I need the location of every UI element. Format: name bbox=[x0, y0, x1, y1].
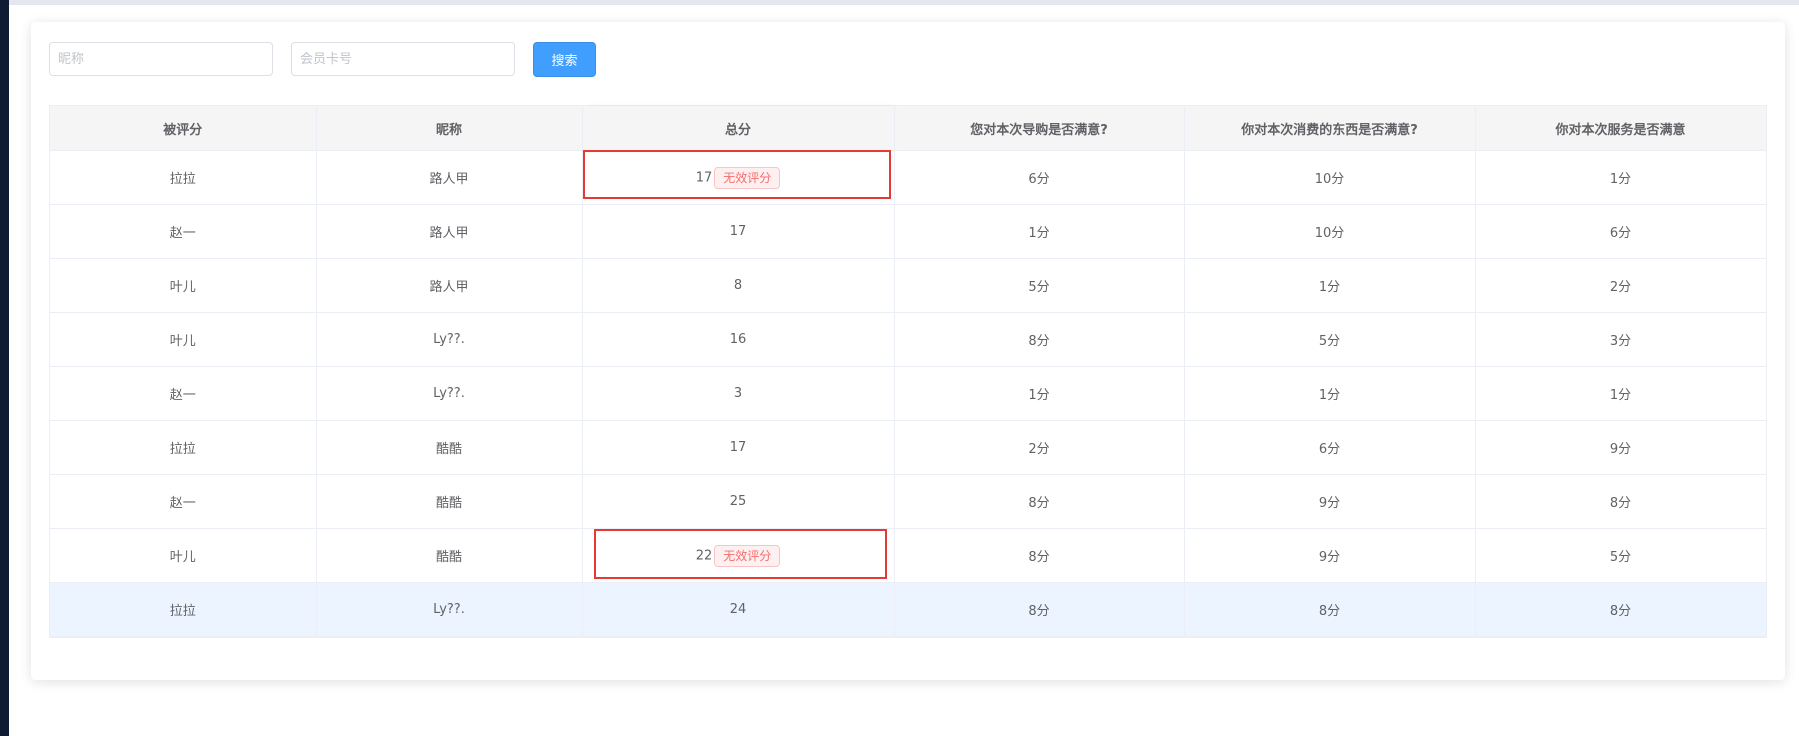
cell-total: 3 bbox=[582, 366, 895, 421]
table-row[interactable]: 叶儿 酷酷 22 无效评分 8分 9分 5分 bbox=[50, 528, 1767, 583]
header-q2[interactable]: 你对本次消费的东西是否满意? bbox=[1184, 106, 1476, 151]
invalid-rating-badge: 无效评分 bbox=[714, 544, 781, 567]
cell-total: 25 bbox=[582, 474, 895, 529]
cell-q2: 9分 bbox=[1184, 528, 1476, 583]
cell-nickname: 路人甲 bbox=[316, 150, 583, 205]
cell-q3: 8分 bbox=[1475, 474, 1767, 529]
cell-q1: 8分 bbox=[894, 474, 1185, 529]
cell-q3: 5分 bbox=[1475, 528, 1767, 583]
table-row[interactable]: 拉拉 酷酷 17 2分 6分 9分 bbox=[50, 420, 1767, 475]
cell-total: 17 bbox=[582, 420, 895, 475]
invalid-rating-badge: 无效评分 bbox=[714, 166, 781, 189]
table-row[interactable]: 拉拉 路人甲 17 无效评分 6分 10分 1分 bbox=[50, 150, 1767, 205]
cell-q1: 5分 bbox=[894, 258, 1185, 313]
page-background: 搜索 被评分 昵称 总分 您对本次导购是否满意? bbox=[9, 5, 1799, 736]
cell-q1: 2分 bbox=[894, 420, 1185, 475]
total-score: 8 bbox=[733, 278, 743, 293]
cell-rated: 拉拉 bbox=[50, 582, 317, 637]
cell-rated: 赵一 bbox=[50, 204, 317, 259]
cell-rated: 拉拉 bbox=[50, 150, 317, 205]
cell-nickname: 酷酷 bbox=[316, 528, 583, 583]
cell-total: 8 bbox=[582, 258, 895, 313]
cell-total: 16 bbox=[582, 312, 895, 367]
table-row[interactable]: 叶儿 路人甲 8 5分 1分 2分 bbox=[50, 258, 1767, 313]
cell-nickname: 路人甲 bbox=[316, 258, 583, 313]
total-score: 3 bbox=[733, 386, 743, 401]
total-score: 16 bbox=[729, 332, 747, 347]
cell-rated: 赵一 bbox=[50, 366, 317, 421]
header-total[interactable]: 总分 bbox=[582, 106, 895, 151]
cell-q2: 6分 bbox=[1184, 420, 1476, 475]
table-row[interactable]: 赵一 路人甲 17 1分 10分 6分 bbox=[50, 204, 1767, 259]
cell-total: 17 bbox=[582, 204, 895, 259]
cell-q1: 8分 bbox=[894, 312, 1185, 367]
cell-rated: 叶儿 bbox=[50, 528, 317, 583]
total-score: 25 bbox=[729, 494, 747, 509]
cell-q2: 1分 bbox=[1184, 258, 1476, 313]
table-header-row: 被评分 昵称 总分 您对本次导购是否满意? 你对本次消费的东西是否满意? 你对本… bbox=[50, 106, 1767, 151]
total-score: 22 bbox=[695, 548, 713, 563]
cell-q3: 9分 bbox=[1475, 420, 1767, 475]
cell-total: 22 无效评分 bbox=[582, 528, 895, 583]
header-q1[interactable]: 您对本次导购是否满意? bbox=[894, 106, 1185, 151]
content-card: 搜索 被评分 昵称 总分 您对本次导购是否满意? bbox=[31, 22, 1785, 680]
cell-q2: 10分 bbox=[1184, 204, 1476, 259]
cell-rated: 叶儿 bbox=[50, 312, 317, 367]
cell-q3: 2分 bbox=[1475, 258, 1767, 313]
total-score: 24 bbox=[729, 602, 747, 617]
table-row[interactable]: 叶儿 Ly??. 16 8分 5分 3分 bbox=[50, 312, 1767, 367]
cell-q2: 5分 bbox=[1184, 312, 1476, 367]
cell-q3: 6分 bbox=[1475, 204, 1767, 259]
cell-q1: 6分 bbox=[894, 150, 1185, 205]
sidebar-edge bbox=[0, 0, 9, 736]
table-row[interactable]: 赵一 Ly??. 3 1分 1分 1分 bbox=[50, 366, 1767, 421]
search-button[interactable]: 搜索 bbox=[533, 42, 596, 77]
cell-nickname: Ly??. bbox=[316, 312, 583, 367]
total-score: 17 bbox=[695, 170, 713, 185]
cell-q2: 8分 bbox=[1184, 582, 1476, 637]
nickname-search-input[interactable] bbox=[49, 42, 273, 76]
cell-q3: 3分 bbox=[1475, 312, 1767, 367]
cell-nickname: 路人甲 bbox=[316, 204, 583, 259]
table-row[interactable]: 赵一 酷酷 25 8分 9分 8分 bbox=[50, 474, 1767, 529]
cell-q3: 8分 bbox=[1475, 582, 1767, 637]
header-rated[interactable]: 被评分 bbox=[50, 106, 317, 151]
cell-q2: 1分 bbox=[1184, 366, 1476, 421]
cell-nickname: 酷酷 bbox=[316, 420, 583, 475]
cell-q1: 1分 bbox=[894, 366, 1185, 421]
cell-total: 17 无效评分 bbox=[582, 150, 895, 205]
cell-q1: 1分 bbox=[894, 204, 1185, 259]
cell-q1: 8分 bbox=[894, 582, 1185, 637]
header-nickname[interactable]: 昵称 bbox=[316, 106, 583, 151]
cell-nickname: Ly??. bbox=[316, 366, 583, 421]
cell-q3: 1分 bbox=[1475, 366, 1767, 421]
cell-total: 24 bbox=[582, 582, 895, 637]
cell-nickname: Ly??. bbox=[316, 582, 583, 637]
cell-q2: 9分 bbox=[1184, 474, 1476, 529]
cell-nickname: 酷酷 bbox=[316, 474, 583, 529]
total-score: 17 bbox=[729, 224, 747, 239]
table-row[interactable]: 拉拉 Ly??. 24 8分 8分 8分 bbox=[50, 582, 1767, 637]
total-score: 17 bbox=[729, 440, 747, 455]
cell-rated: 叶儿 bbox=[50, 258, 317, 313]
ratings-table: 被评分 昵称 总分 您对本次导购是否满意? 你对本次消费的东西是否满意? 你对本… bbox=[49, 105, 1767, 638]
cell-rated: 拉拉 bbox=[50, 420, 317, 475]
header-q3[interactable]: 你对本次服务是否满意 bbox=[1475, 106, 1767, 151]
cell-q1: 8分 bbox=[894, 528, 1185, 583]
cell-rated: 赵一 bbox=[50, 474, 317, 529]
member-card-search-input[interactable] bbox=[291, 42, 515, 76]
cell-q3: 1分 bbox=[1475, 150, 1767, 205]
cell-q2: 10分 bbox=[1184, 150, 1476, 205]
